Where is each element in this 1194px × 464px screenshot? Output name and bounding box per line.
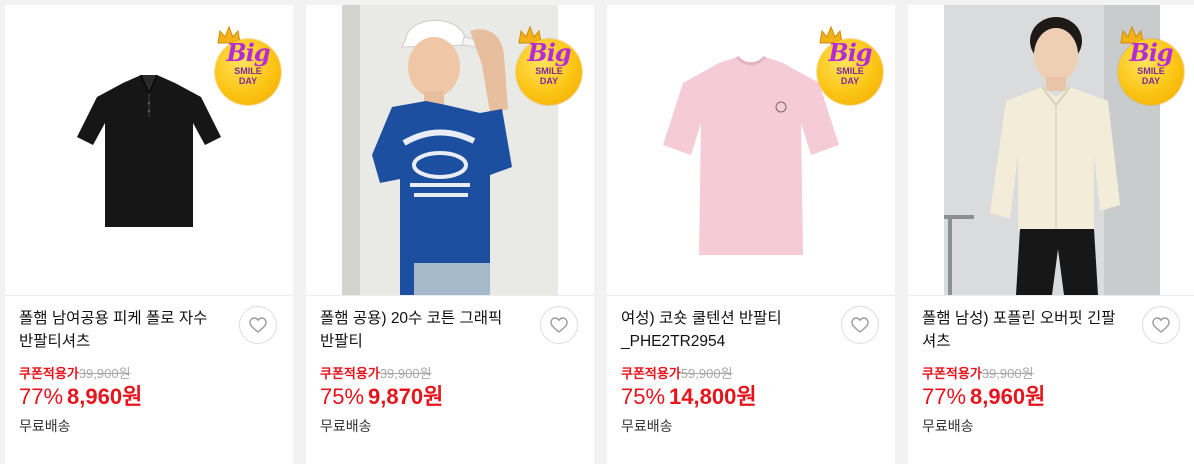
product-title[interactable]: 여성) 코숏 쿨텐션 반팔티 _PHE2TR2954 [621, 307, 835, 353]
badge-line2: DAY [840, 76, 860, 86]
product-image[interactable]: Big SMILE DAY [306, 5, 594, 295]
wishlist-button[interactable] [1142, 306, 1180, 344]
product-title[interactable]: 폴햄 공용) 20수 코튼 그래픽 반팔티 [320, 307, 534, 353]
badge-line2: DAY [1141, 76, 1161, 86]
heart-icon [851, 317, 869, 333]
product-card[interactable]: Big SMILE DAY 폴햄 남성) 포플린 오버핏 긴팔 셔츠 쿠폰적용가… [908, 5, 1194, 464]
coupon-price-row: 쿠폰적용가59,900원 [621, 366, 733, 382]
discount-rate: 77% [922, 384, 967, 409]
original-price: 39,900원 [78, 366, 131, 381]
wishlist-button[interactable] [841, 306, 879, 344]
badge-big-text: Big [226, 38, 270, 67]
sale-price: 14,800원 [669, 384, 757, 409]
badge-line1: SMILE [1137, 66, 1165, 76]
big-smile-day-badge: Big SMILE DAY [211, 25, 285, 105]
product-image[interactable]: Big SMILE DAY [5, 5, 293, 295]
sale-price: 8,960원 [67, 384, 143, 409]
discount-rate: 75% [320, 384, 365, 409]
original-price: 39,900원 [981, 366, 1034, 381]
coupon-label: 쿠폰적용가 [19, 366, 79, 381]
discount-rate: 75% [621, 384, 666, 409]
sale-price: 8,960원 [970, 384, 1046, 409]
coupon-label: 쿠폰적용가 [320, 366, 380, 381]
big-smile-day-badge: Big SMILE DAY [512, 25, 586, 105]
badge-line1: SMILE [234, 66, 262, 76]
heart-icon [249, 317, 267, 333]
sale-price: 9,870원 [368, 384, 444, 409]
badge-big-text: Big [527, 38, 571, 67]
product-card[interactable]: Big SMILE DAY 폴햄 남여공용 피케 폴로 자수 반팔티셔츠 쿠폰적… [5, 5, 293, 464]
badge-line1: SMILE [836, 66, 864, 76]
big-smile-day-badge: Big SMILE DAY [1114, 25, 1188, 105]
original-price: 59,900원 [680, 366, 733, 381]
wishlist-button[interactable] [239, 306, 277, 344]
discount-rate: 77% [19, 384, 64, 409]
sale-price-row: 77% 8,960원 [19, 383, 142, 414]
coupon-price-row: 쿠폰적용가39,900원 [320, 366, 432, 382]
badge-line2: DAY [238, 76, 258, 86]
shipping-info: 무료배송 [19, 418, 71, 434]
badge-big-text: Big [828, 38, 872, 67]
big-smile-day-badge: Big SMILE DAY [813, 25, 887, 105]
product-title[interactable]: 폴햄 남성) 포플린 오버핏 긴팔 셔츠 [922, 307, 1136, 353]
heart-icon [550, 317, 568, 333]
sale-price-row: 77% 8,960원 [922, 383, 1045, 414]
product-card[interactable]: Big SMILE DAY 폴햄 공용) 20수 코튼 그래픽 반팔티 쿠폰적용… [306, 5, 594, 464]
badge-big-text: Big [1129, 38, 1173, 67]
shipping-info: 무료배송 [621, 418, 673, 434]
coupon-label: 쿠폰적용가 [922, 366, 982, 381]
product-card[interactable]: Big SMILE DAY 여성) 코숏 쿨텐션 반팔티 _PHE2TR2954… [607, 5, 895, 464]
wishlist-button[interactable] [540, 306, 578, 344]
original-price: 39,900원 [379, 366, 432, 381]
coupon-label: 쿠폰적용가 [621, 366, 681, 381]
product-image[interactable]: Big SMILE DAY [607, 5, 895, 295]
product-image[interactable]: Big SMILE DAY [908, 5, 1194, 295]
badge-line1: SMILE [535, 66, 563, 76]
coupon-price-row: 쿠폰적용가39,900원 [922, 366, 1034, 382]
heart-icon [1152, 317, 1170, 333]
shipping-info: 무료배송 [922, 418, 974, 434]
product-grid: Big SMILE DAY 폴햄 남여공용 피케 폴로 자수 반팔티셔츠 쿠폰적… [0, 0, 1194, 464]
sale-price-row: 75% 9,870원 [320, 383, 443, 414]
coupon-price-row: 쿠폰적용가39,900원 [19, 366, 131, 382]
shipping-info: 무료배송 [320, 418, 372, 434]
product-title[interactable]: 폴햄 남여공용 피케 폴로 자수 반팔티셔츠 [19, 307, 233, 353]
sale-price-row: 75% 14,800원 [621, 383, 757, 414]
badge-line2: DAY [539, 76, 559, 86]
